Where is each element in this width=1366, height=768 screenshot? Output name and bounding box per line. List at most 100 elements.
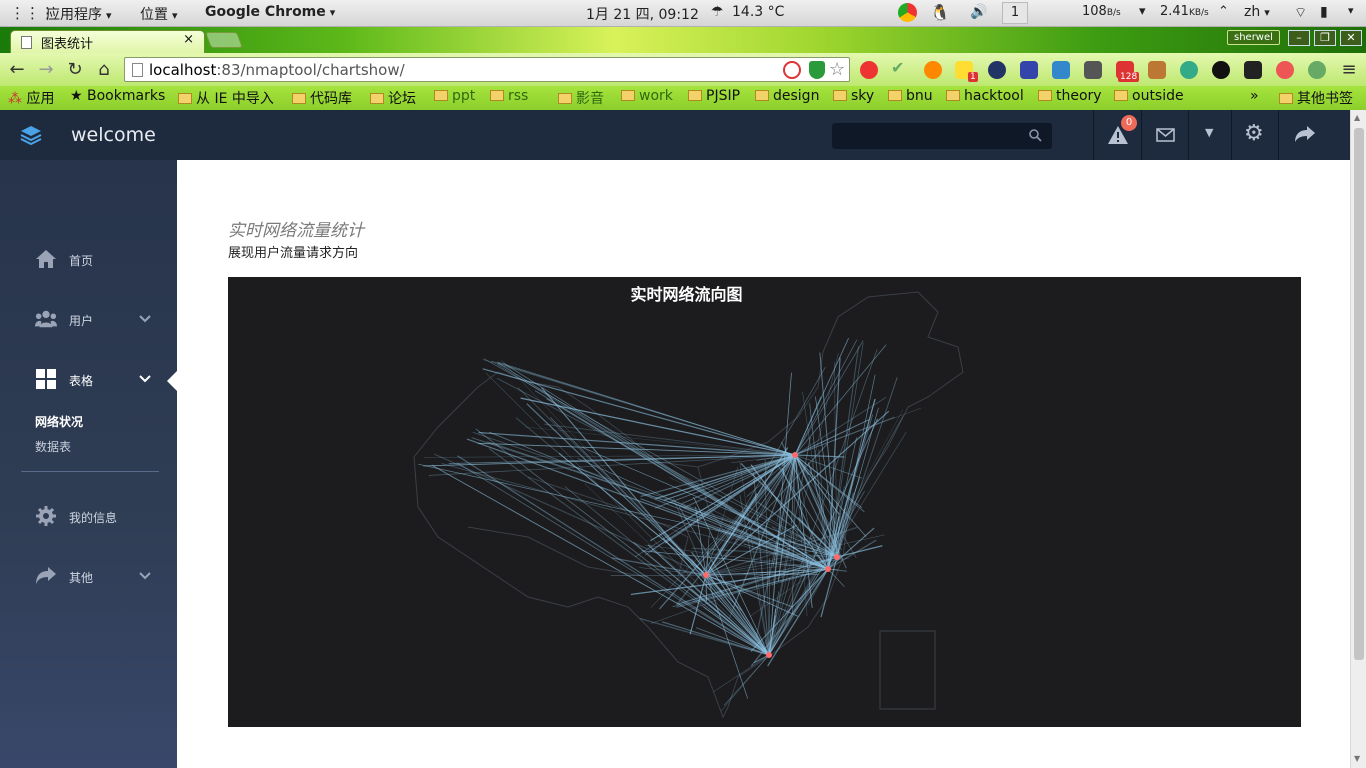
sidebar-item-users[interactable]: 用户 [0, 300, 177, 340]
apps-menu[interactable]: 应用程序 [46, 4, 112, 24]
brand-title[interactable]: welcome [71, 124, 156, 146]
active-app-menu[interactable]: Google Chrome [205, 4, 335, 20]
sidebar-subitem-data-table[interactable]: 数据表 [35, 438, 71, 455]
bookmark-folder[interactable]: ppt [434, 88, 475, 104]
layers-icon[interactable] [20, 124, 42, 146]
bookmark-folder[interactable]: bnu [888, 88, 933, 104]
profile-badge[interactable]: sherwel [1227, 30, 1280, 45]
qq-icon[interactable]: 🐧 [930, 3, 950, 22]
new-tab-button[interactable] [205, 32, 243, 48]
system-top-panel: ⋮⋮⋮ 应用程序 位置 Google Chrome 1月 21 四, 09:12… [0, 0, 1366, 27]
bookmark-folder[interactable]: design [755, 88, 819, 104]
bookmark-folder-label: theory [1056, 88, 1102, 104]
hub-point-hangzhou[interactable] [825, 566, 831, 572]
tools-extension-icon[interactable] [1084, 61, 1102, 79]
bookmarks-overflow-button[interactable]: » [1250, 88, 1259, 104]
chevron-down-icon[interactable] [138, 372, 152, 386]
clock-extension-icon[interactable] [1308, 61, 1326, 79]
bookmark-folder[interactable]: hacktool [946, 88, 1024, 104]
hub-point-shanghai[interactable] [834, 554, 840, 560]
bookmark-folder[interactable]: work [621, 88, 673, 104]
close-window-icon[interactable]: ✕ [1340, 30, 1362, 46]
check-icon[interactable]: ✔ [891, 58, 909, 77]
lightbulb-extension-icon[interactable] [1212, 61, 1230, 79]
feed-extension-icon[interactable] [924, 61, 942, 79]
users-icon [35, 310, 57, 328]
workspace-switcher[interactable]: 1 [1002, 2, 1028, 24]
menu-icon[interactable]: ≡ [1338, 59, 1360, 80]
bookmark-folder[interactable]: 影音 [558, 88, 604, 108]
grid-icon [36, 369, 56, 389]
search-input[interactable] [832, 123, 1052, 149]
scroll-up-arrow-icon[interactable]: ▲ [1354, 113, 1360, 122]
flow-line [431, 464, 770, 656]
bookmark-folder[interactable]: 从 IE 中导入 [178, 88, 274, 108]
globe-icon[interactable] [1180, 61, 1198, 79]
bookmark-folder[interactable]: rss [490, 88, 528, 104]
input-method-menu[interactable]: zh [1244, 4, 1270, 20]
page-scrollbar[interactable]: ▲ ▼ [1350, 110, 1366, 768]
battery-icon[interactable]: ▮ [1320, 4, 1328, 20]
logout-button[interactable] [1278, 110, 1350, 160]
messages-button[interactable] [1141, 110, 1188, 160]
bookmark-star[interactable]: ★ Bookmarks [70, 88, 165, 104]
sidebar-item-label: 首页 [69, 254, 94, 268]
sidebar-item-tables[interactable]: 表格 [0, 360, 177, 400]
sidebar-item-other[interactable]: 其他 [0, 557, 177, 597]
wifi-icon[interactable]: ⌔ [1294, 4, 1307, 22]
back-arrow-icon[interactable]: ← [6, 59, 28, 80]
weather-temp[interactable]: 14.3 °C [732, 4, 784, 20]
network-flow-chart[interactable]: 实时网络流向图 [228, 277, 1301, 727]
star-icon[interactable]: ☆ [829, 59, 845, 80]
sidebar-item-home[interactable]: 首页 [0, 240, 177, 280]
sidebar-item-my-info[interactable]: 我的信息 [0, 497, 177, 537]
history-extension-icon[interactable] [783, 61, 801, 79]
bookmark-folder[interactable]: outside [1114, 88, 1184, 104]
download-extension-icon[interactable] [1052, 61, 1070, 79]
reload-icon[interactable]: ↻ [64, 59, 86, 80]
hub-point-beijing[interactable] [792, 452, 798, 458]
page-info-icon[interactable] [132, 63, 143, 77]
chevron-down-icon[interactable] [138, 312, 152, 326]
extension-small-badge: 1 [968, 72, 978, 82]
url-path: :83/nmaptool/chartshow/ [216, 61, 405, 79]
search-icon[interactable] [1028, 128, 1042, 142]
user-dropdown-button[interactable]: ▼ [1188, 110, 1231, 160]
scrollbar-thumb[interactable] [1354, 128, 1364, 660]
minimize-window-icon[interactable]: – [1288, 30, 1310, 46]
mask-extension-icon[interactable] [1244, 61, 1262, 79]
home-icon[interactable]: ⌂ [93, 59, 115, 80]
apps-bookmark[interactable]: ⁂ 应用 [8, 88, 54, 108]
bookmark-folder[interactable]: 代码库 [292, 88, 352, 108]
power-menu-icon[interactable]: ▾ [1348, 4, 1354, 17]
other-bookmarks-folder[interactable]: 其他书签 [1279, 88, 1353, 108]
chrome-icon[interactable] [898, 3, 917, 22]
bookmark-folder[interactable]: 论坛 [370, 88, 416, 108]
flow-line [610, 574, 707, 576]
scroll-down-arrow-icon[interactable]: ▼ [1354, 754, 1360, 763]
tab-close-icon[interactable]: × [183, 32, 194, 47]
address-bar[interactable]: localhost:83/nmaptool/chartshow/ ☆ [124, 57, 850, 82]
sidebar-subitem-network-status[interactable]: 网络状况 [35, 413, 83, 430]
forward-arrow-icon[interactable]: → [35, 59, 57, 80]
volume-icon[interactable]: 🔊 [970, 4, 987, 20]
bookmark-folder[interactable]: PJSIP [688, 88, 740, 104]
pinwheel-extension-icon[interactable] [1276, 61, 1294, 79]
bookmark-folder[interactable]: theory [1038, 88, 1102, 104]
bookmark-folder-label: design [773, 88, 820, 104]
restore-window-icon[interactable]: ❐ [1314, 30, 1336, 46]
alert-extension-icon[interactable] [860, 61, 878, 79]
hub-point-guangzhou[interactable] [766, 652, 772, 658]
bookmark-folder[interactable]: sky [833, 88, 874, 104]
chevron-down-icon[interactable] [138, 569, 152, 583]
hub-point-chengdu[interactable] [703, 572, 709, 578]
browser-tab[interactable]: 图表统计 × [10, 30, 205, 53]
basket-extension-icon[interactable] [1148, 61, 1166, 79]
clock[interactable]: 1月 21 四, 09:12 [586, 4, 699, 24]
places-menu[interactable]: 位置 [140, 4, 178, 24]
shield-icon[interactable] [809, 61, 825, 79]
forward-extension-icon[interactable] [1020, 61, 1038, 79]
ie-tab-icon[interactable] [988, 61, 1006, 79]
china-flow-map[interactable] [228, 277, 1301, 727]
settings-button[interactable]: ⚙ [1231, 110, 1278, 160]
